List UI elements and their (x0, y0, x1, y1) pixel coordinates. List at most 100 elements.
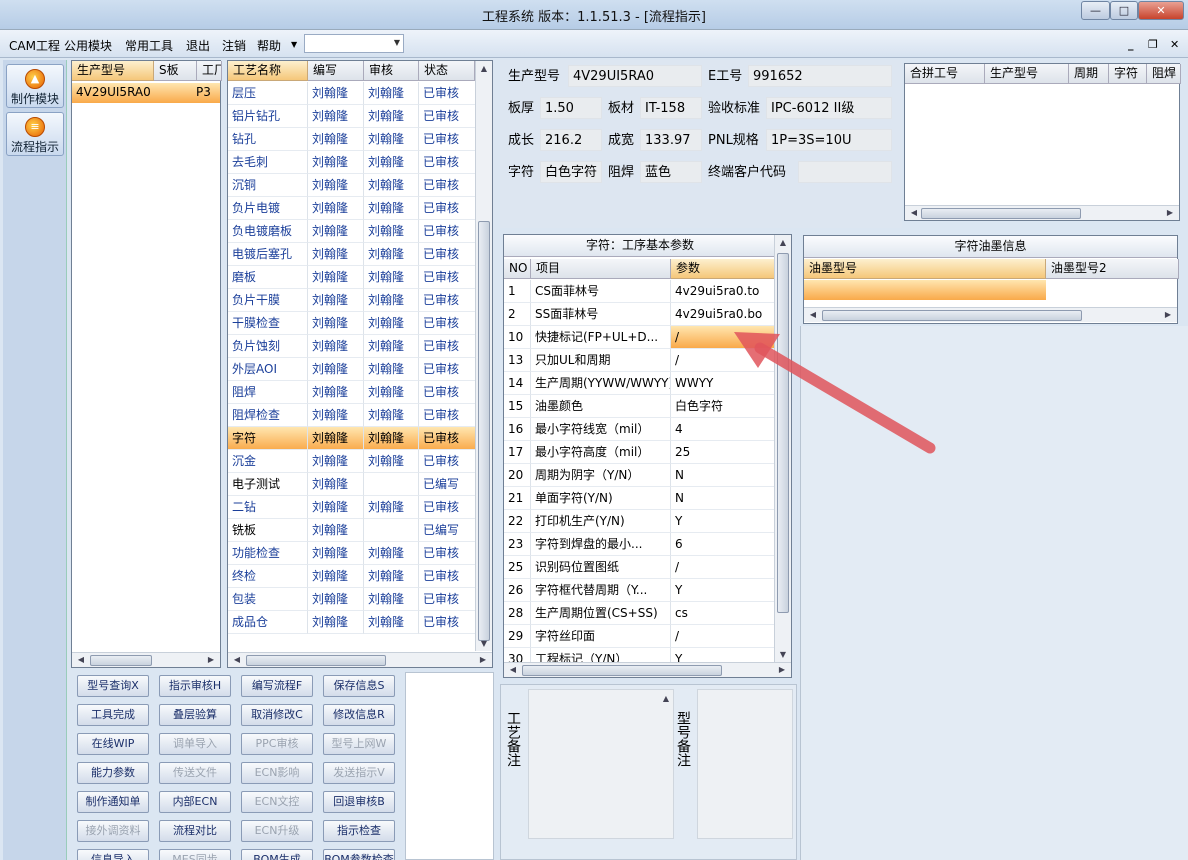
table-row[interactable]: 沉铜 刘翰隆 刘翰隆 已审核 (228, 174, 476, 197)
table-row[interactable]: 钻孔 刘翰隆 刘翰隆 已审核 (228, 128, 476, 151)
action-button[interactable]: ECN升级 (241, 820, 313, 842)
nav-make-module[interactable]: ▲ 制作模块 (6, 64, 64, 108)
table-row[interactable]: 4V29UI5RA0 P3 (72, 83, 220, 103)
model-field[interactable]: 4V29UI5RA0 (568, 65, 702, 87)
table-row[interactable]: 外层AOI 刘翰隆 刘翰隆 已审核 (228, 358, 476, 381)
action-button[interactable]: 指示检查 (323, 820, 395, 842)
process-note-input[interactable]: ▲ (528, 689, 674, 839)
scroll-right-icon[interactable]: ▶ (204, 655, 218, 664)
scroll-thumb[interactable] (478, 221, 490, 641)
action-button[interactable]: ECN影响 (241, 762, 313, 784)
action-button[interactable]: PPC审核 (241, 733, 313, 755)
table-row[interactable]: 30 工程标记（Y/N） Y (504, 648, 776, 662)
action-button[interactable]: 信息导入 (77, 849, 149, 860)
menu-overflow-icon[interactable]: ▼ (291, 40, 297, 49)
vertical-scrollbar[interactable]: ▲ ▼ (475, 61, 492, 651)
table-row[interactable]: 23 字符到焊盘的最小... 6 (504, 533, 776, 556)
table-row[interactable]: 电子测试 刘翰隆 已编写 (228, 473, 476, 496)
scroll-thumb[interactable] (90, 655, 152, 666)
table-row[interactable]: 沉金 刘翰隆 刘翰隆 已审核 (228, 450, 476, 473)
menu-help[interactable]: 帮助 (257, 37, 281, 54)
pnl-field[interactable]: 1P=3S=10U (766, 129, 892, 151)
col-header[interactable]: 参数 (671, 259, 776, 279)
action-button[interactable]: 取消修改C (241, 704, 313, 726)
horizontal-scrollbar[interactable]: ◀ ▶ (504, 662, 791, 677)
action-button[interactable]: 在线WIP (77, 733, 149, 755)
table-row[interactable]: 终检 刘翰隆 刘翰隆 已审核 (228, 565, 476, 588)
action-button[interactable]: 叠层验算 (159, 704, 231, 726)
col-header[interactable]: 审核 (364, 61, 419, 81)
horizontal-scrollbar[interactable]: ◀ ▶ (228, 652, 492, 667)
scroll-thumb[interactable] (921, 208, 1081, 219)
action-button[interactable]: 发送指示V (323, 762, 395, 784)
scroll-left-icon[interactable]: ◀ (74, 655, 88, 664)
table-row[interactable]: 磨板 刘翰隆 刘翰隆 已审核 (228, 266, 476, 289)
scroll-up-icon[interactable]: ▲ (659, 694, 673, 703)
action-button[interactable]: 保存信息S (323, 675, 395, 697)
table-row[interactable]: 29 字符丝印面 / (504, 625, 776, 648)
col-header[interactable]: 工艺名称 (228, 61, 308, 81)
thickness-field[interactable]: 1.50 (540, 97, 602, 119)
col-header[interactable]: 合拼工号 (905, 64, 985, 84)
table-row[interactable]: 负片干膜 刘翰隆 刘翰隆 已审核 (228, 289, 476, 312)
toolbar-combo[interactable]: ▼ (304, 34, 404, 53)
action-button[interactable]: BOM生成 (241, 849, 313, 860)
mdi-close-icon[interactable]: ✕ (1170, 38, 1179, 51)
table-row[interactable]: 22 打印机生产(Y/N) Y (504, 510, 776, 533)
menu-exit[interactable]: 退出 (186, 37, 210, 54)
table-row[interactable]: 去毛刺 刘翰隆 刘翰隆 已审核 (228, 151, 476, 174)
table-row[interactable]: 铝片钻孔 刘翰隆 刘翰隆 已审核 (228, 105, 476, 128)
solder-mask-field[interactable]: 蓝色 (640, 161, 702, 183)
table-row[interactable]: 干膜检查 刘翰隆 刘翰隆 已审核 (228, 312, 476, 335)
table-row[interactable]: 20 周期为阴字（Y/N） N (504, 464, 776, 487)
action-button[interactable]: 指示审核H (159, 675, 231, 697)
table-row[interactable]: 1 CS面菲林号 4v29ui5ra0.to (504, 280, 776, 303)
action-button[interactable]: 内部ECN (159, 791, 231, 813)
table-row[interactable]: 电镀后塞孔 刘翰隆 刘翰隆 已审核 (228, 243, 476, 266)
table-row[interactable]: 26 字符框代替周期（Y... Y (504, 579, 776, 602)
character-field[interactable]: 白色字符 (540, 161, 602, 183)
menu-logout[interactable]: 注销 (222, 37, 246, 54)
action-button[interactable]: 接外调资料 (77, 820, 149, 842)
col-header[interactable]: 编写 (308, 61, 364, 81)
table-row[interactable]: 成品仓 刘翰隆 刘翰隆 已审核 (228, 611, 476, 634)
width-field[interactable]: 133.97 (640, 129, 702, 151)
action-button[interactable]: 修改信息R (323, 704, 395, 726)
maximize-button[interactable]: □ (1110, 1, 1138, 20)
col-header[interactable]: 生产型号 (72, 61, 154, 81)
menu-cam[interactable]: CAM工程 (9, 37, 60, 54)
scroll-left-icon[interactable]: ◀ (806, 310, 820, 319)
table-row[interactable]: 28 生产周期位置(CS+SS) cs (504, 602, 776, 625)
horizontal-scrollbar[interactable]: ◀ ▶ (905, 205, 1179, 220)
scroll-right-icon[interactable]: ▶ (476, 655, 490, 664)
ink-row[interactable] (804, 280, 1046, 300)
table-row[interactable]: 阻焊检查 刘翰隆 刘翰隆 已审核 (228, 404, 476, 427)
col-header[interactable]: NO (504, 259, 531, 279)
scroll-right-icon[interactable]: ▶ (1161, 310, 1175, 319)
e-number-field[interactable]: 991652 (748, 65, 892, 87)
scroll-down-icon[interactable]: ▼ (776, 650, 790, 659)
col-header[interactable]: 阻焊 (1147, 64, 1181, 84)
table-row[interactable]: 层压 刘翰隆 刘翰隆 已审核 (228, 82, 476, 105)
table-row[interactable]: 包装 刘翰隆 刘翰隆 已审核 (228, 588, 476, 611)
table-row[interactable]: 25 识别码位置图纸 / (504, 556, 776, 579)
action-button[interactable]: 流程对比 (159, 820, 231, 842)
action-button[interactable]: 工具完成 (77, 704, 149, 726)
scroll-thumb[interactable] (246, 655, 386, 666)
mdi-minimize-icon[interactable]: _ (1128, 38, 1134, 51)
action-button[interactable]: MES同步 (159, 849, 231, 860)
action-button[interactable]: 型号查询X (77, 675, 149, 697)
material-field[interactable]: IT-158 (640, 97, 702, 119)
scroll-left-icon[interactable]: ◀ (230, 655, 244, 664)
menu-tools[interactable]: 常用工具 (125, 37, 173, 54)
scroll-up-icon[interactable]: ▲ (477, 64, 491, 73)
action-button[interactable]: 编写流程F (241, 675, 313, 697)
length-field[interactable]: 216.2 (540, 129, 602, 151)
col-header[interactable]: 字符 (1109, 64, 1147, 84)
action-button[interactable]: 能力参数 (77, 762, 149, 784)
close-button[interactable]: ✕ (1138, 1, 1184, 20)
col-header[interactable]: 油墨型号2 (1046, 259, 1179, 279)
table-row[interactable]: 二钻 刘翰隆 刘翰隆 已审核 (228, 496, 476, 519)
action-button[interactable]: 传送文件 (159, 762, 231, 784)
col-header[interactable]: S板 (154, 61, 197, 81)
